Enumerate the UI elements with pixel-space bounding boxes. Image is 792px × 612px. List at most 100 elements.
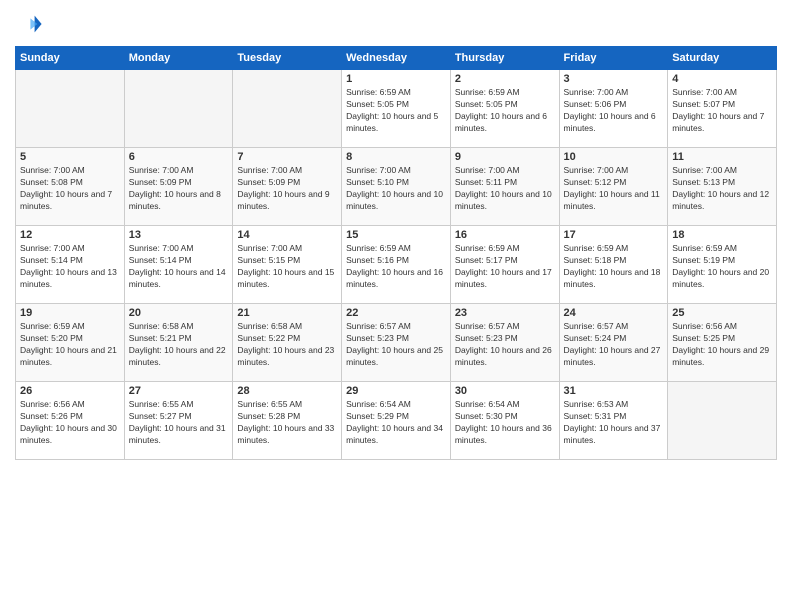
calendar-cell: [233, 70, 342, 148]
day-number: 26: [20, 385, 120, 397]
day-info: Sunrise: 6:56 AM Sunset: 5:26 PM Dayligh…: [20, 399, 120, 447]
calendar-cell: [16, 70, 125, 148]
calendar-cell: 20 Sunrise: 6:58 AM Sunset: 5:21 PM Dayl…: [124, 304, 233, 382]
day-info: Sunrise: 7:00 AM Sunset: 5:11 PM Dayligh…: [455, 165, 555, 213]
calendar-cell: 5 Sunrise: 7:00 AM Sunset: 5:08 PM Dayli…: [16, 148, 125, 226]
calendar-cell: 11 Sunrise: 7:00 AM Sunset: 5:13 PM Dayl…: [668, 148, 777, 226]
weekday-header: Wednesday: [342, 47, 451, 70]
day-info: Sunrise: 6:58 AM Sunset: 5:22 PM Dayligh…: [237, 321, 337, 369]
weekday-header: Friday: [559, 47, 668, 70]
calendar-cell: 28 Sunrise: 6:55 AM Sunset: 5:28 PM Dayl…: [233, 382, 342, 460]
day-number: 22: [346, 307, 446, 319]
calendar-cell: 10 Sunrise: 7:00 AM Sunset: 5:12 PM Dayl…: [559, 148, 668, 226]
logo: [15, 10, 47, 38]
day-info: Sunrise: 6:59 AM Sunset: 5:17 PM Dayligh…: [455, 243, 555, 291]
day-number: 14: [237, 229, 337, 241]
day-info: Sunrise: 6:59 AM Sunset: 5:16 PM Dayligh…: [346, 243, 446, 291]
calendar-cell: 19 Sunrise: 6:59 AM Sunset: 5:20 PM Dayl…: [16, 304, 125, 382]
day-info: Sunrise: 7:00 AM Sunset: 5:13 PM Dayligh…: [672, 165, 772, 213]
calendar-cell: 6 Sunrise: 7:00 AM Sunset: 5:09 PM Dayli…: [124, 148, 233, 226]
day-number: 28: [237, 385, 337, 397]
day-info: Sunrise: 6:59 AM Sunset: 5:19 PM Dayligh…: [672, 243, 772, 291]
day-number: 21: [237, 307, 337, 319]
calendar-cell: 25 Sunrise: 6:56 AM Sunset: 5:25 PM Dayl…: [668, 304, 777, 382]
day-number: 12: [20, 229, 120, 241]
weekday-header: Thursday: [450, 47, 559, 70]
day-number: 11: [672, 151, 772, 163]
calendar-cell: 31 Sunrise: 6:53 AM Sunset: 5:31 PM Dayl…: [559, 382, 668, 460]
day-number: 9: [455, 151, 555, 163]
day-info: Sunrise: 6:54 AM Sunset: 5:30 PM Dayligh…: [455, 399, 555, 447]
day-info: Sunrise: 7:00 AM Sunset: 5:14 PM Dayligh…: [129, 243, 229, 291]
calendar-cell: 26 Sunrise: 6:56 AM Sunset: 5:26 PM Dayl…: [16, 382, 125, 460]
calendar-cell: 14 Sunrise: 7:00 AM Sunset: 5:15 PM Dayl…: [233, 226, 342, 304]
calendar-cell: 12 Sunrise: 7:00 AM Sunset: 5:14 PM Dayl…: [16, 226, 125, 304]
calendar-cell: 15 Sunrise: 6:59 AM Sunset: 5:16 PM Dayl…: [342, 226, 451, 304]
calendar-cell: 29 Sunrise: 6:54 AM Sunset: 5:29 PM Dayl…: [342, 382, 451, 460]
calendar-week-row: 1 Sunrise: 6:59 AM Sunset: 5:05 PM Dayli…: [16, 70, 777, 148]
day-info: Sunrise: 7:00 AM Sunset: 5:09 PM Dayligh…: [237, 165, 337, 213]
day-number: 31: [564, 385, 664, 397]
day-number: 30: [455, 385, 555, 397]
day-info: Sunrise: 7:00 AM Sunset: 5:07 PM Dayligh…: [672, 87, 772, 135]
weekday-header: Monday: [124, 47, 233, 70]
calendar-cell: 21 Sunrise: 6:58 AM Sunset: 5:22 PM Dayl…: [233, 304, 342, 382]
calendar-cell: [668, 382, 777, 460]
calendar-week-row: 19 Sunrise: 6:59 AM Sunset: 5:20 PM Dayl…: [16, 304, 777, 382]
day-info: Sunrise: 6:59 AM Sunset: 5:20 PM Dayligh…: [20, 321, 120, 369]
day-info: Sunrise: 6:58 AM Sunset: 5:21 PM Dayligh…: [129, 321, 229, 369]
day-number: 10: [564, 151, 664, 163]
weekday-header: Sunday: [16, 47, 125, 70]
day-number: 2: [455, 73, 555, 85]
day-number: 29: [346, 385, 446, 397]
calendar-week-row: 26 Sunrise: 6:56 AM Sunset: 5:26 PM Dayl…: [16, 382, 777, 460]
calendar-cell: 23 Sunrise: 6:57 AM Sunset: 5:23 PM Dayl…: [450, 304, 559, 382]
day-info: Sunrise: 7:00 AM Sunset: 5:12 PM Dayligh…: [564, 165, 664, 213]
calendar-cell: 17 Sunrise: 6:59 AM Sunset: 5:18 PM Dayl…: [559, 226, 668, 304]
day-number: 5: [20, 151, 120, 163]
day-number: 8: [346, 151, 446, 163]
day-info: Sunrise: 6:56 AM Sunset: 5:25 PM Dayligh…: [672, 321, 772, 369]
day-info: Sunrise: 6:57 AM Sunset: 5:24 PM Dayligh…: [564, 321, 664, 369]
calendar-cell: 9 Sunrise: 7:00 AM Sunset: 5:11 PM Dayli…: [450, 148, 559, 226]
calendar-cell: 24 Sunrise: 6:57 AM Sunset: 5:24 PM Dayl…: [559, 304, 668, 382]
header: [15, 10, 777, 38]
calendar-week-row: 12 Sunrise: 7:00 AM Sunset: 5:14 PM Dayl…: [16, 226, 777, 304]
day-info: Sunrise: 7:00 AM Sunset: 5:09 PM Dayligh…: [129, 165, 229, 213]
calendar-week-row: 5 Sunrise: 7:00 AM Sunset: 5:08 PM Dayli…: [16, 148, 777, 226]
calendar-cell: 1 Sunrise: 6:59 AM Sunset: 5:05 PM Dayli…: [342, 70, 451, 148]
calendar-cell: 13 Sunrise: 7:00 AM Sunset: 5:14 PM Dayl…: [124, 226, 233, 304]
weekday-header-row: SundayMondayTuesdayWednesdayThursdayFrid…: [16, 47, 777, 70]
day-info: Sunrise: 7:00 AM Sunset: 5:10 PM Dayligh…: [346, 165, 446, 213]
day-info: Sunrise: 6:57 AM Sunset: 5:23 PM Dayligh…: [455, 321, 555, 369]
calendar-cell: 30 Sunrise: 6:54 AM Sunset: 5:30 PM Dayl…: [450, 382, 559, 460]
day-info: Sunrise: 6:59 AM Sunset: 5:05 PM Dayligh…: [455, 87, 555, 135]
day-info: Sunrise: 6:59 AM Sunset: 5:18 PM Dayligh…: [564, 243, 664, 291]
day-info: Sunrise: 7:00 AM Sunset: 5:08 PM Dayligh…: [20, 165, 120, 213]
day-number: 3: [564, 73, 664, 85]
day-number: 20: [129, 307, 229, 319]
calendar-cell: 3 Sunrise: 7:00 AM Sunset: 5:06 PM Dayli…: [559, 70, 668, 148]
day-info: Sunrise: 6:54 AM Sunset: 5:29 PM Dayligh…: [346, 399, 446, 447]
day-number: 16: [455, 229, 555, 241]
day-number: 7: [237, 151, 337, 163]
day-number: 23: [455, 307, 555, 319]
calendar-cell: 27 Sunrise: 6:55 AM Sunset: 5:27 PM Dayl…: [124, 382, 233, 460]
calendar-cell: 7 Sunrise: 7:00 AM Sunset: 5:09 PM Dayli…: [233, 148, 342, 226]
calendar-page: SundayMondayTuesdayWednesdayThursdayFrid…: [0, 0, 792, 612]
calendar-table: SundayMondayTuesdayWednesdayThursdayFrid…: [15, 46, 777, 460]
day-info: Sunrise: 6:57 AM Sunset: 5:23 PM Dayligh…: [346, 321, 446, 369]
calendar-cell: 16 Sunrise: 6:59 AM Sunset: 5:17 PM Dayl…: [450, 226, 559, 304]
day-number: 17: [564, 229, 664, 241]
day-info: Sunrise: 6:53 AM Sunset: 5:31 PM Dayligh…: [564, 399, 664, 447]
day-number: 18: [672, 229, 772, 241]
day-info: Sunrise: 6:55 AM Sunset: 5:28 PM Dayligh…: [237, 399, 337, 447]
calendar-cell: 2 Sunrise: 6:59 AM Sunset: 5:05 PM Dayli…: [450, 70, 559, 148]
weekday-header: Tuesday: [233, 47, 342, 70]
logo-icon: [15, 10, 43, 38]
calendar-cell: 18 Sunrise: 6:59 AM Sunset: 5:19 PM Dayl…: [668, 226, 777, 304]
day-number: 13: [129, 229, 229, 241]
day-info: Sunrise: 6:55 AM Sunset: 5:27 PM Dayligh…: [129, 399, 229, 447]
day-info: Sunrise: 7:00 AM Sunset: 5:15 PM Dayligh…: [237, 243, 337, 291]
calendar-cell: 22 Sunrise: 6:57 AM Sunset: 5:23 PM Dayl…: [342, 304, 451, 382]
